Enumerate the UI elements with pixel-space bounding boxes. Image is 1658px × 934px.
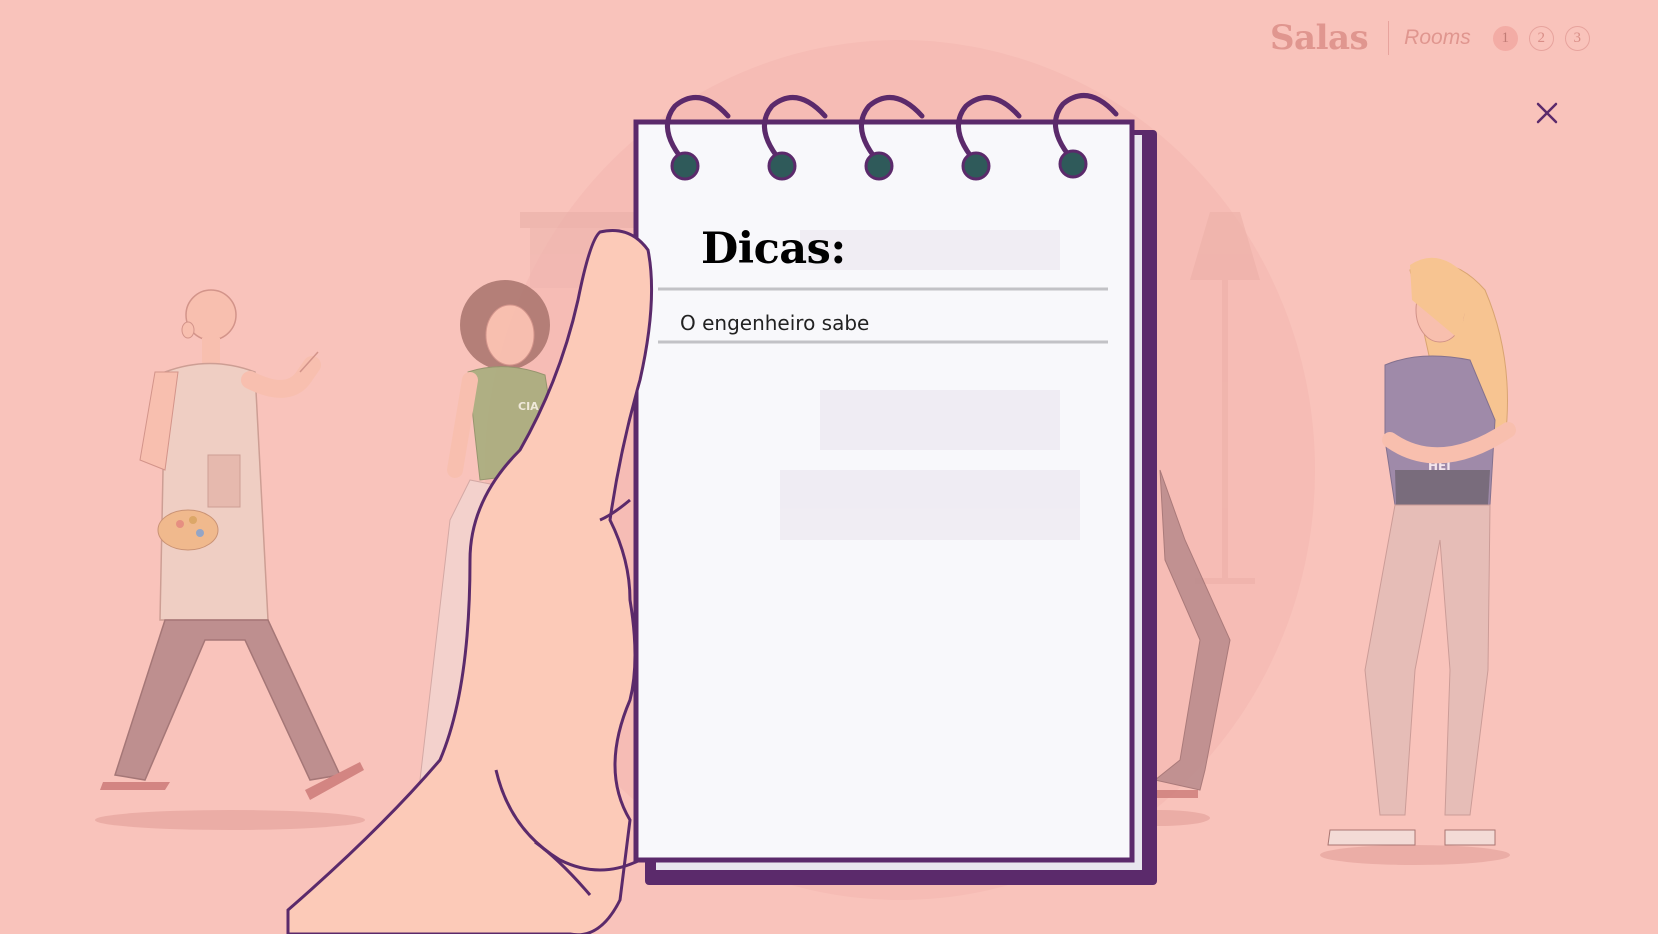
app-title: Salas: [1270, 18, 1369, 58]
room-button-2[interactable]: 2: [1528, 25, 1554, 51]
tip-item: O engenheiro sabe: [680, 311, 870, 335]
character-blonde-woman: HEI: [1327, 257, 1516, 846]
header-divider: [1388, 21, 1390, 55]
character-painter: [100, 289, 364, 800]
svg-text:CIA: CIA: [518, 400, 539, 413]
room-button-3[interactable]: 3: [1564, 25, 1590, 51]
room-button-1[interactable]: 1: [1492, 25, 1518, 51]
rooms-header: Salas Rooms 1 2 3: [1270, 18, 1601, 58]
room-scene-background: CIA HEI: [95, 40, 1516, 934]
notepad-title: Dicas:: [701, 224, 846, 274]
close-icon: [1536, 102, 1558, 124]
close-button[interactable]: [1530, 96, 1564, 130]
rooms-label: Rooms: [1404, 26, 1471, 49]
